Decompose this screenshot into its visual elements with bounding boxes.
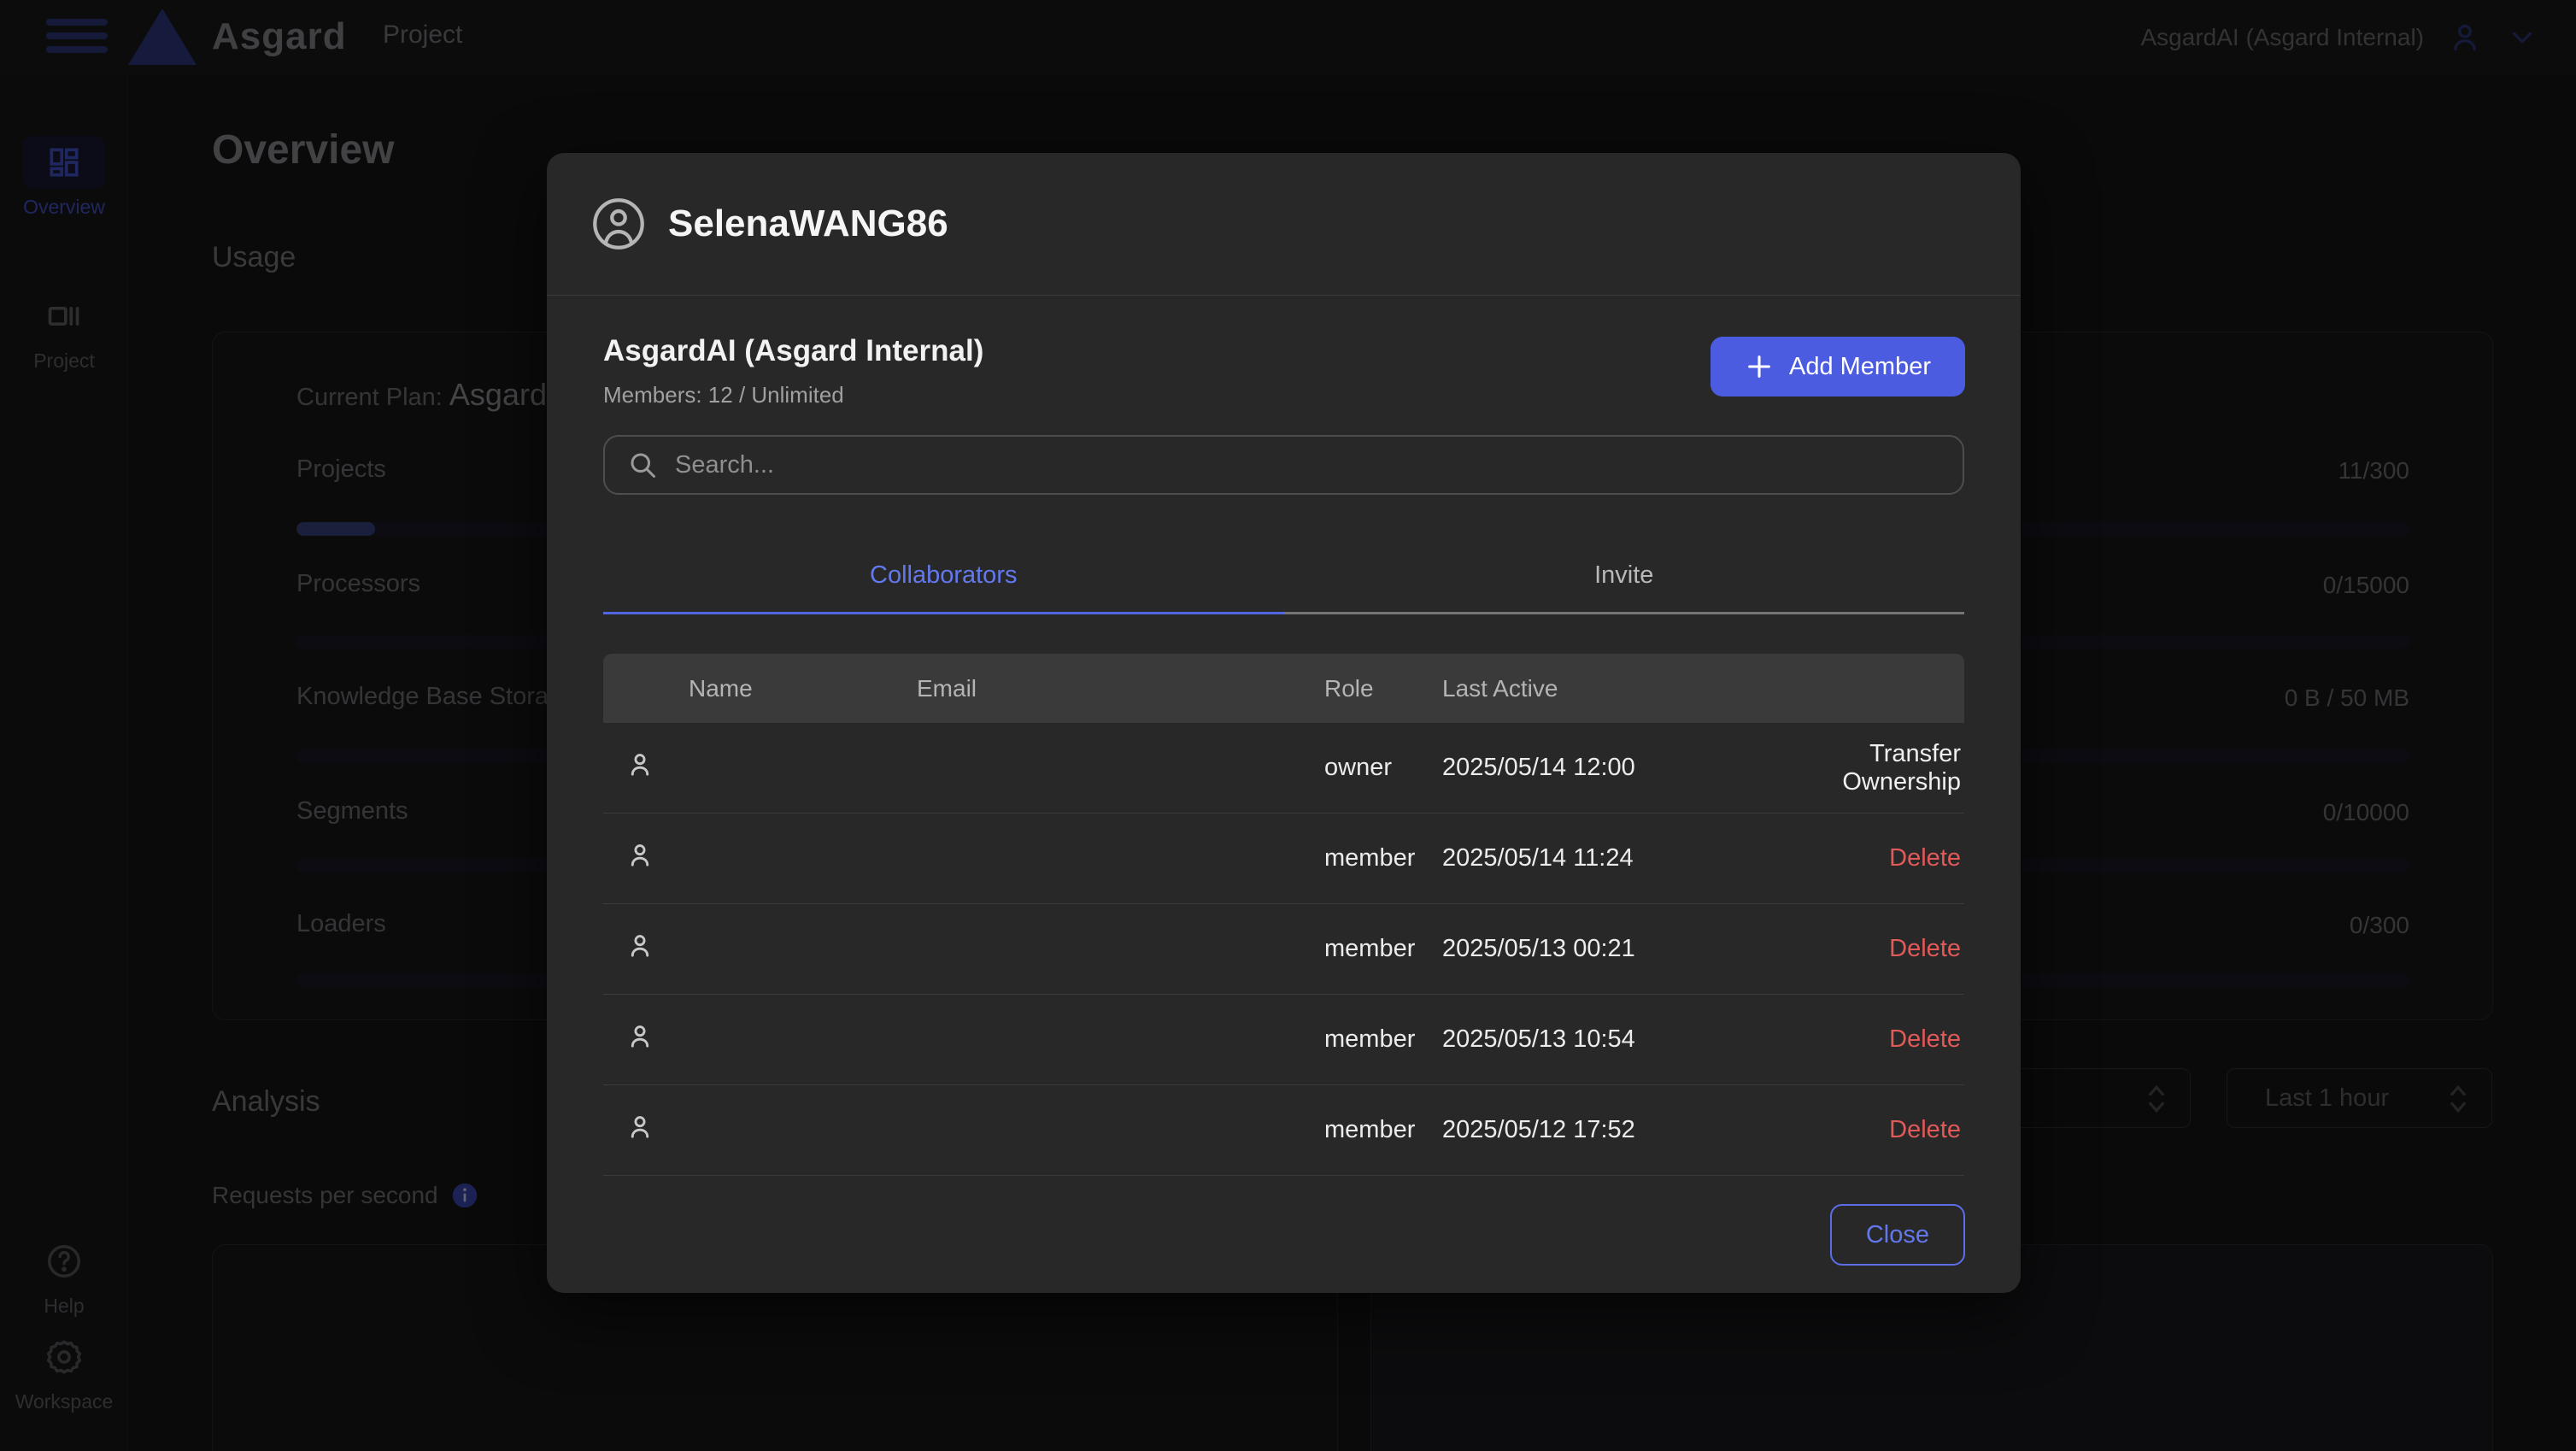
search-input[interactable] xyxy=(675,451,1940,479)
member-role: owner xyxy=(1324,754,1442,782)
member-person-icon xyxy=(624,1111,656,1143)
member-role: member xyxy=(1324,844,1442,872)
transfer-ownership-button[interactable]: Transfer Ownership xyxy=(1842,740,1961,796)
table-row: owner 2025/05/14 12:00 Transfer Ownershi… xyxy=(603,723,1964,814)
tab-invite[interactable]: Invite xyxy=(1284,539,1965,614)
delete-member-button[interactable]: Delete xyxy=(1889,1116,1961,1143)
col-header-name: Name xyxy=(603,675,917,702)
member-last-active: 2025/05/14 12:00 xyxy=(1442,754,1767,782)
member-person-icon xyxy=(624,749,656,781)
plus-icon xyxy=(1745,352,1774,381)
tab-collaborators[interactable]: Collaborators xyxy=(603,539,1284,614)
user-avatar-icon xyxy=(591,197,646,251)
member-last-active: 2025/05/14 11:24 xyxy=(1442,844,1767,872)
table-row: member 2025/05/14 11:24 Delete xyxy=(603,814,1964,904)
col-header-email: Email xyxy=(917,675,1324,702)
collaborators-table: Name Email Role Last Active owner 2025/0… xyxy=(603,654,1964,1176)
member-management-modal: SelenaWANG86 AsgardAI (Asgard Internal) … xyxy=(547,153,2021,1293)
modal-title: SelenaWANG86 xyxy=(668,203,948,245)
member-last-active: 2025/05/12 17:52 xyxy=(1442,1116,1767,1144)
table-row: member 2025/05/13 00:21 Delete xyxy=(603,904,1964,995)
member-person-icon xyxy=(624,930,656,962)
org-name: AsgardAI (Asgard Internal) xyxy=(603,334,983,368)
add-member-button[interactable]: Add Member xyxy=(1710,337,1965,397)
member-role: member xyxy=(1324,1025,1442,1054)
app-root: Asgard Project AsgardAI (Asgard Internal… xyxy=(0,0,2576,1451)
delete-member-button[interactable]: Delete xyxy=(1889,1025,1961,1053)
col-header-last-active: Last Active xyxy=(1442,675,1767,702)
delete-member-button[interactable]: Delete xyxy=(1889,844,1961,872)
modal-tabs: Collaborators Invite xyxy=(603,539,1964,614)
search-box xyxy=(603,435,1964,495)
table-header-row: Name Email Role Last Active xyxy=(603,654,1964,723)
member-person-icon xyxy=(624,839,656,872)
member-last-active: 2025/05/13 00:21 xyxy=(1442,935,1767,963)
table-row: member 2025/05/13 10:54 Delete xyxy=(603,995,1964,1085)
members-count: Members: 12 / Unlimited xyxy=(603,382,844,408)
modal-header: SelenaWANG86 xyxy=(547,153,2021,296)
table-row: member 2025/05/12 17:52 Delete xyxy=(603,1085,1964,1176)
member-role: member xyxy=(1324,1116,1442,1144)
member-role: member xyxy=(1324,935,1442,963)
col-header-role: Role xyxy=(1324,675,1442,702)
member-person-icon xyxy=(624,1020,656,1053)
close-button[interactable]: Close xyxy=(1830,1204,1965,1266)
delete-member-button[interactable]: Delete xyxy=(1889,935,1961,962)
search-icon xyxy=(627,449,658,480)
member-last-active: 2025/05/13 10:54 xyxy=(1442,1025,1767,1054)
